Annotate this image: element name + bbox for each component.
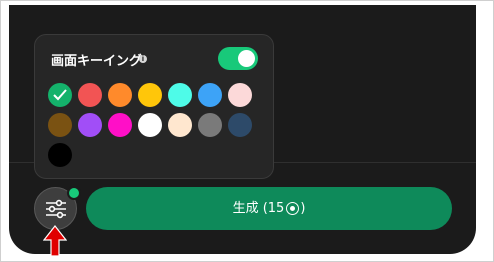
color-swatch[interactable] [108,113,132,137]
generate-label-prefix: 生成 (15 [232,201,285,216]
screen-keying-popover: 画面キーイング i [34,34,274,179]
color-swatch[interactable] [78,83,102,107]
color-swatch[interactable] [48,143,72,167]
popover-title: 画面キーイング [51,54,143,69]
checkmark-icon [53,89,67,101]
color-swatch[interactable] [138,83,162,107]
color-swatch[interactable] [78,113,102,137]
generate-label-suffix: ) [300,201,306,216]
color-swatch[interactable] [198,113,222,137]
toggle-knob [238,50,255,67]
color-swatch[interactable] [108,83,132,107]
info-icon[interactable]: i [139,55,147,63]
screen-keying-toggle[interactable] [218,47,258,70]
generate-button[interactable]: 生成 (15) [86,187,452,230]
color-swatch[interactable] [168,113,192,137]
color-swatch[interactable] [228,113,252,137]
color-swatch[interactable] [48,113,72,137]
sliders-icon [46,199,66,219]
color-swatch[interactable] [228,83,252,107]
settings-status-dot [67,186,81,200]
color-swatch[interactable] [138,113,162,137]
color-swatch[interactable] [198,83,222,107]
red-arrow-up-icon [43,225,67,257]
coin-icon [286,202,300,215]
color-swatch[interactable] [168,83,192,107]
screenshot-frame: 画面キーイング i 生成 (15) [0,0,494,262]
color-swatch-selected[interactable] [48,83,72,107]
